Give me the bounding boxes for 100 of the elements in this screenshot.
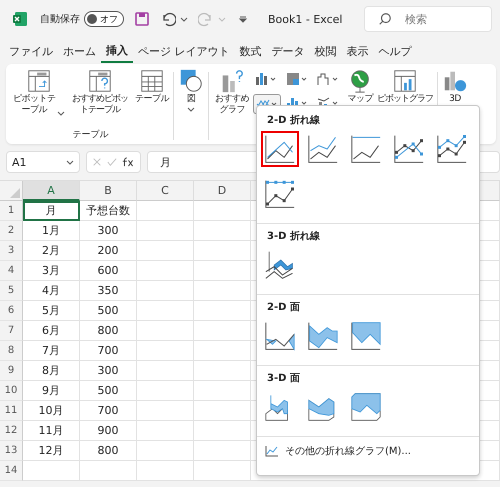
table-cell [137, 241, 194, 261]
cancel-icon [92, 157, 102, 167]
table-cell [137, 301, 194, 321]
table-cell [137, 281, 194, 301]
caret-icon [57, 108, 65, 116]
table-cell: 500 [80, 301, 137, 321]
row-header[interactable]: 9 [0, 361, 23, 381]
ribbon-tab[interactable]: 数式 [234, 40, 266, 62]
name-box[interactable]: A1 [6, 151, 80, 173]
table-cell: 11月 [23, 421, 80, 441]
table-cell: 12月 [23, 441, 80, 461]
table-cell: 900 [80, 421, 137, 441]
excel-logo-icon [12, 11, 28, 27]
column-header[interactable]: D [194, 181, 251, 201]
table-cell: 4月 [23, 281, 80, 301]
row-header[interactable]: 3 [0, 241, 23, 261]
table-cell: 9月 [23, 381, 80, 401]
table-cell: 800 [80, 321, 137, 341]
row-header[interactable]: 10 [0, 381, 23, 401]
pivot-chart-button[interactable]: ピボットグラフ [377, 94, 433, 106]
customize-icon[interactable] [238, 14, 248, 24]
table-cell: 予想台数 [80, 201, 137, 221]
line-chart-icon [265, 445, 279, 457]
section-title: 3-D 折れ線 [267, 230, 321, 243]
column-header[interactable]: A [23, 181, 80, 201]
table-cell [137, 441, 194, 461]
pivot-table-icon[interactable] [26, 68, 52, 94]
save-icon[interactable] [134, 11, 150, 27]
table-cell: 800 [80, 441, 137, 461]
ribbon-button[interactable]: テーブル [135, 94, 169, 106]
table-cell: 2月 [23, 241, 80, 261]
table-cell [137, 401, 194, 421]
table-cell: 600 [80, 261, 137, 281]
enter-icon [107, 157, 117, 167]
table-cell: 700 [80, 341, 137, 361]
window-title: Book1 - Excel [268, 12, 342, 26]
ribbon-tab[interactable]: 校閲 [310, 40, 342, 62]
row-header[interactable]: 13 [0, 441, 23, 461]
ribbon-tab[interactable]: 表示 [342, 40, 374, 62]
table-cell: 6月 [23, 321, 80, 341]
column-header[interactable]: C [137, 181, 194, 201]
caret-icon[interactable] [180, 15, 188, 23]
caret-icon [218, 15, 226, 23]
table-cell [137, 321, 194, 341]
table-cell [137, 261, 194, 281]
table-cell: 700 [80, 401, 137, 421]
pivot-chart-icon[interactable] [392, 68, 418, 94]
table-cell [137, 421, 194, 441]
recommended-charts-button[interactable]: おすすめグラフ [213, 94, 251, 116]
ribbon-button[interactable]: ピボットテーブル [12, 94, 56, 116]
section-title: 2-D 折れ線 [267, 114, 321, 127]
caret-icon [187, 105, 195, 114]
autosave-label: 自動保存 [40, 13, 80, 26]
table-cell: 200 [80, 241, 137, 261]
search-field[interactable]: 検索 [364, 6, 492, 32]
table-cell: 7月 [23, 341, 80, 361]
ribbon-tab[interactable]: ホーム [58, 40, 101, 62]
more-line-charts-link[interactable]: その他の折れ線グラフ(M)... [285, 444, 411, 458]
row-header[interactable]: 5 [0, 281, 23, 301]
column-header[interactable]: B [80, 181, 137, 201]
table-cell: 1月 [23, 221, 80, 241]
insert-function-icon[interactable] [122, 157, 135, 167]
recommended-pivot-icon[interactable] [87, 68, 113, 94]
section-title: 2-D 面 [267, 301, 301, 314]
row-header[interactable]: 6 [0, 301, 23, 321]
caret-icon [66, 158, 74, 166]
row-header[interactable]: 11 [0, 401, 23, 421]
group-label: テーブル [72, 128, 108, 142]
table-cell: 10月 [23, 401, 80, 421]
autosave-toggle[interactable]: オフ [84, 11, 124, 27]
row-header[interactable]: 12 [0, 421, 23, 441]
row-header[interactable]: 2 [0, 221, 23, 241]
table-cell: 350 [80, 281, 137, 301]
row-header[interactable]: 7 [0, 321, 23, 341]
table-cell: 5月 [23, 301, 80, 321]
table-icon[interactable] [139, 68, 165, 94]
section-title: 3-D 面 [267, 372, 301, 385]
ribbon-tab[interactable]: ページ レイアウト [133, 40, 234, 62]
table-cell [137, 381, 194, 401]
chart-type-thumbnail[interactable] [261, 131, 299, 167]
table-cell: 月 [23, 201, 80, 221]
ribbon-tab[interactable]: ヘルプ [374, 40, 416, 62]
shapes-icon[interactable] [178, 68, 204, 94]
table-cell: 300 [80, 221, 137, 241]
row-header[interactable]: 14 [0, 461, 23, 481]
ribbon-tab[interactable]: データ [266, 40, 310, 62]
row-header[interactable]: 1 [0, 201, 23, 221]
table-cell [137, 341, 194, 361]
table-cell [137, 361, 194, 381]
map-chart-button[interactable]: マップ [347, 94, 373, 106]
table-cell [137, 201, 194, 221]
row-header[interactable]: 8 [0, 341, 23, 361]
figure-button[interactable]: 図 [186, 94, 196, 106]
search-icon [378, 12, 392, 26]
3d-map-button[interactable]: 3D [449, 94, 461, 106]
table-cell: 300 [80, 361, 137, 381]
table-cell: 3月 [23, 261, 80, 281]
ribbon-tab[interactable]: ファイル [4, 40, 58, 62]
row-header[interactable]: 4 [0, 261, 23, 281]
ribbon-button[interactable]: おすすめピボットテーブル [69, 94, 131, 116]
